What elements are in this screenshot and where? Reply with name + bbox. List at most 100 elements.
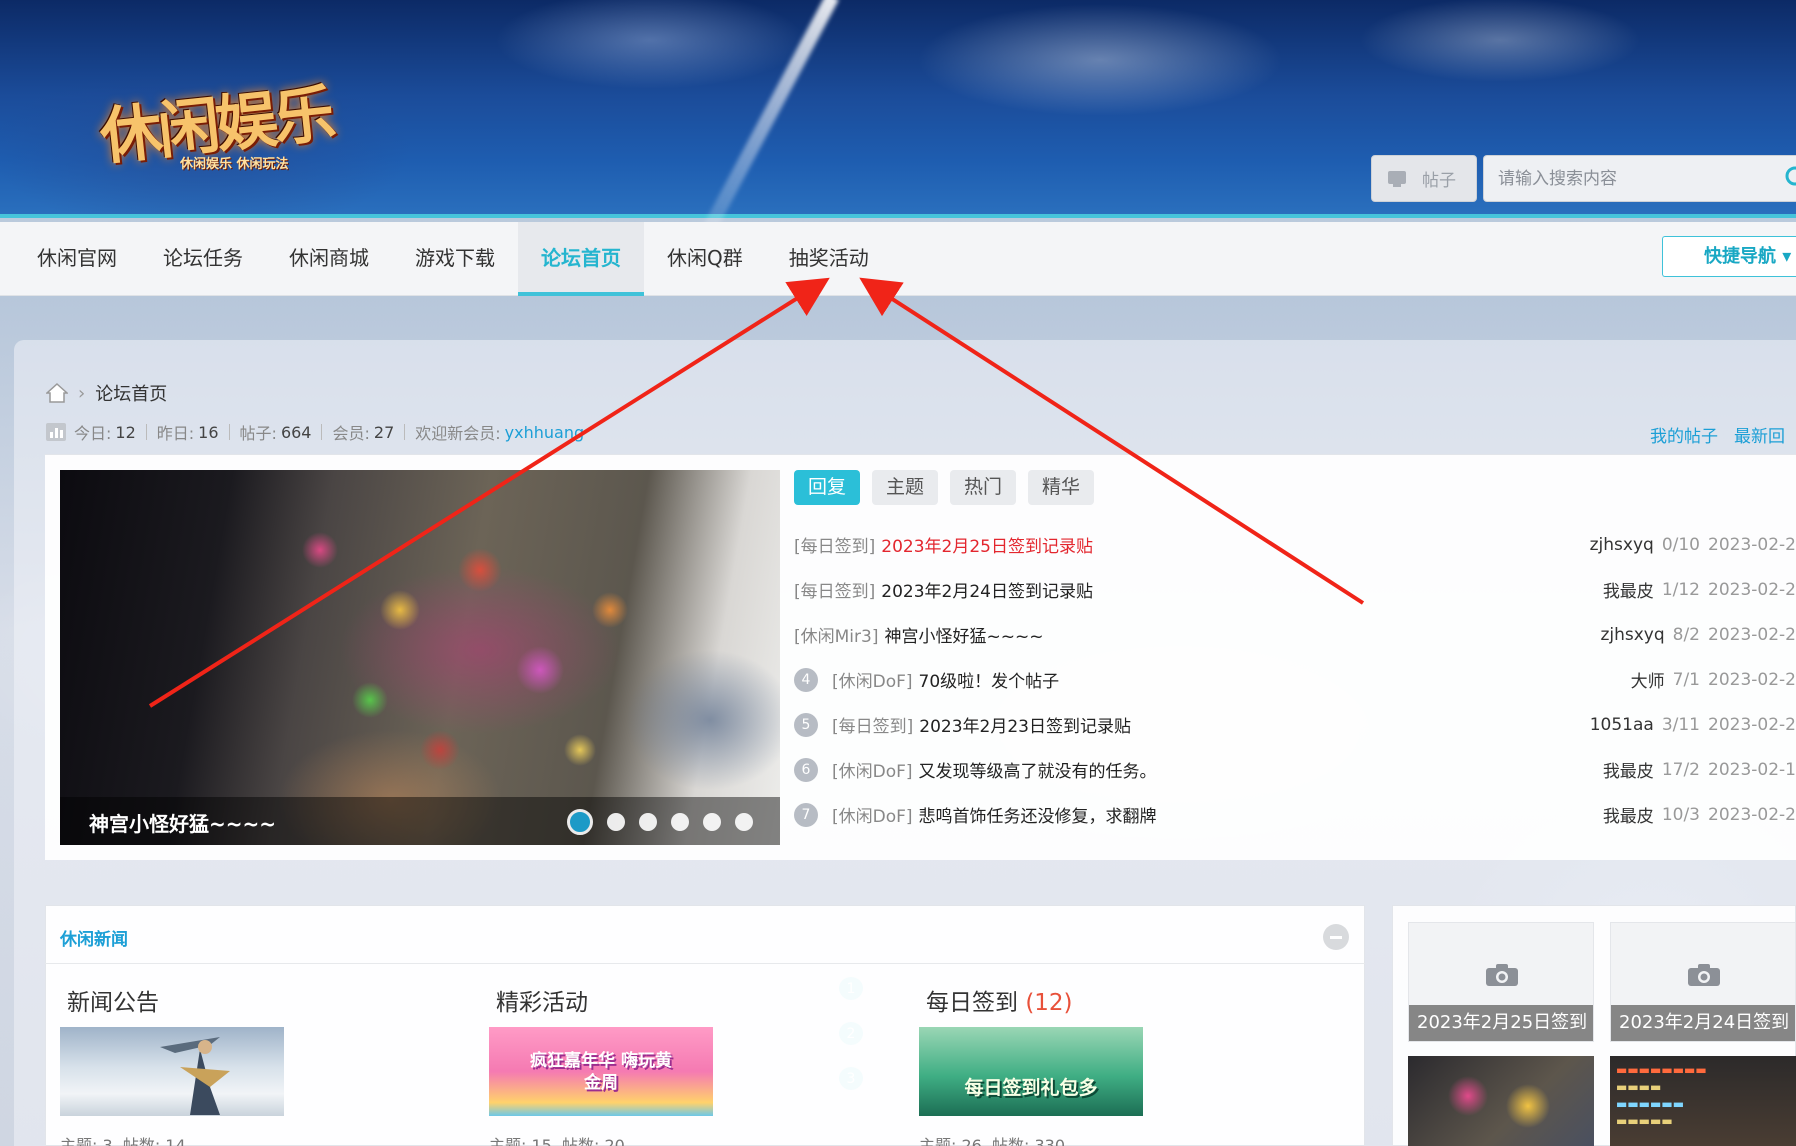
yesterday-label: 昨日:: [156, 424, 195, 443]
members-label: 会员:: [332, 424, 370, 443]
nav-item-shop[interactable]: 休闲商城: [266, 222, 392, 296]
thread-count: 3/11: [1661, 714, 1700, 735]
list-item: 5 [每日签到] 2023年2月23日签到记录贴 1051aa 3/11 2023-…: [794, 702, 1796, 747]
search-icon[interactable]: [1784, 165, 1796, 191]
gallery-card[interactable]: 2023年2月25日签到: [1408, 922, 1594, 1042]
nav-item-forum-home[interactable]: 论坛首页: [518, 222, 644, 296]
thread-date: 2023-02-25: [1708, 534, 1796, 555]
tab-topics[interactable]: 主题: [872, 470, 939, 505]
chevron-down-icon: ▾: [1782, 246, 1792, 267]
thread-count: 1/12: [1661, 579, 1700, 600]
thread-title[interactable]: 悲鸣首饰任务还没修复，求翻牌: [919, 802, 1157, 827]
search-type-select[interactable]: 帖子: [1371, 155, 1477, 202]
thread-list: 1 [每日签到] 2023年2月25日签到记录贴 zjhsxyq0/102023…: [794, 522, 1796, 1090]
slide-dot[interactable]: [703, 813, 721, 831]
category-name[interactable]: 精彩活动: [496, 983, 588, 1017]
thread-forum[interactable]: [休闲DoF]: [832, 757, 913, 782]
collapse-icon[interactable]: [1323, 924, 1349, 950]
camera-icon: [1486, 964, 1518, 986]
list-item: 2 [每日签到] 2023年2月24日签到记录贴 我最皮1/122023-02-…: [794, 567, 1796, 1045]
main-nav: 休闲官网 论坛任务 休闲商城 游戏下载 论坛首页 休闲Q群 抽奖活动: [0, 222, 1796, 296]
thread-title[interactable]: 70级啦！发个帖子: [919, 667, 1060, 692]
nav-item-game-download[interactable]: 游戏下载: [392, 222, 518, 296]
thread-title[interactable]: 又发现等级高了就没有的任务。: [919, 757, 1157, 782]
gallery-card-label: 2023年2月25日签到: [1409, 1005, 1593, 1041]
thread-title[interactable]: 2023年2月24日签到记录贴: [881, 577, 1093, 602]
chevron-right-icon: ›: [78, 382, 86, 404]
new-member-link[interactable]: yxhhuang: [505, 423, 584, 442]
thread-author[interactable]: zjhsxyq: [1544, 535, 1654, 555]
tab-hot[interactable]: 热门: [950, 470, 1017, 505]
thread-date: 2023-02-24: [1708, 579, 1796, 600]
slide-dots: [567, 809, 753, 835]
thread-title[interactable]: 神宫小怪好猛~~~~: [884, 622, 1043, 647]
banner-text: 疯狂嘉年华 嗨玩黄金周: [530, 1050, 672, 1093]
search-input[interactable]: [1483, 155, 1796, 202]
quick-nav-button[interactable]: 快捷导航 ▾: [1662, 236, 1796, 277]
thread-author[interactable]: zjhsxyq: [1555, 625, 1664, 645]
breadcrumb-current[interactable]: 论坛首页: [95, 380, 167, 406]
list-item: 6 [休闲DoF] 又发现等级高了就没有的任务。 我最皮 17/2 2023-02-…: [794, 747, 1796, 792]
category-name[interactable]: 新闻公告: [67, 983, 159, 1017]
slide-dot[interactable]: [607, 813, 625, 831]
thread-tabs: 回复 主题 热门 精华: [794, 470, 1095, 505]
slide-dot[interactable]: [639, 813, 657, 831]
top-links: 我的帖子 最新回: [1650, 422, 1796, 447]
camera-icon: [1688, 964, 1720, 986]
nav-item-official-site[interactable]: 休闲官网: [14, 222, 140, 296]
forum-stats: 今日: 12 昨日: 16 帖子: 664 会员: 27 欢迎新会员: yxhhuang: [46, 420, 584, 444]
banner-text: 每日签到礼包多: [964, 1077, 1098, 1099]
latest-replies-link[interactable]: 最新回: [1734, 427, 1785, 447]
slide-dot[interactable]: [735, 813, 753, 831]
thread-date: 2023-02-22: [1708, 669, 1796, 690]
news-section-title[interactable]: 休闲新闻: [60, 925, 128, 950]
logo-subtitle: 休闲娱乐 休闲玩法: [180, 157, 289, 172]
search-type-label: 帖子: [1422, 171, 1456, 191]
nav-item-qq-group[interactable]: 休闲Q群: [644, 222, 766, 296]
gallery-thumbnail[interactable]: ▬▬▬▬▬▬▬▬ ▬▬▬▬ ▬▬▬▬▬▬ ▬▬▬▬▬: [1610, 1056, 1796, 1146]
gallery-thumbnail[interactable]: [1408, 1056, 1594, 1146]
slide-caption[interactable]: 神宫小怪好猛~~~~: [89, 808, 276, 837]
slideshow-image[interactable]: [60, 470, 780, 845]
category-info: 主题: 15, 帖数: 20: [489, 1136, 625, 1146]
thread-author[interactable]: 我最皮: [1544, 802, 1654, 827]
my-posts-link[interactable]: 我的帖子: [1650, 427, 1718, 447]
nav-item-lottery[interactable]: 抽奖活动: [766, 222, 892, 296]
list-item: 4 [休闲DoF] 70级啦！发个帖子 大师 7/1 2023-02-22: [794, 657, 1796, 702]
yesterday-count: 16: [198, 422, 219, 442]
list-item: 1 [每日签到] 2023年2月25日签到记录贴 zjhsxyq0/102023…: [794, 522, 1796, 1000]
thread-forum[interactable]: [休闲DoF]: [832, 667, 913, 692]
gallery-card[interactable]: 2023年2月24日签到: [1610, 922, 1796, 1042]
rank-badge: 6: [794, 757, 818, 782]
posts-count: 664: [280, 422, 312, 442]
gallery-card-label: 2023年2月24日签到: [1611, 1005, 1795, 1041]
nav-item-forum-tasks[interactable]: 论坛任务: [140, 222, 266, 296]
rank-badge: 5: [794, 712, 818, 737]
home-icon[interactable]: [46, 382, 68, 404]
rank-badge: 4: [794, 667, 818, 692]
category-thumbnail[interactable]: 每日签到礼包多: [919, 1027, 1143, 1116]
thread-forum[interactable]: [每日签到]: [832, 712, 913, 737]
thread-forum[interactable]: [每日签到]: [794, 532, 875, 557]
thread-author[interactable]: 1051aa: [1544, 715, 1654, 735]
post-type-icon: [1388, 170, 1406, 187]
category-name[interactable]: 每日签到 (12): [926, 983, 1073, 1017]
thread-author[interactable]: 我最皮: [1544, 757, 1654, 782]
category-thumbnail[interactable]: 疯狂嘉年华 嗨玩黄金周: [489, 1027, 713, 1116]
thread-date: 2023-02-20: [1708, 804, 1796, 825]
category-thumbnail[interactable]: [60, 1027, 284, 1116]
category-label: 精彩活动: [496, 990, 588, 1016]
thread-forum[interactable]: [休闲DoF]: [832, 802, 913, 827]
tab-replies[interactable]: 回复: [794, 470, 861, 505]
thread-author[interactable]: 大师: [1555, 667, 1665, 692]
slide-dot[interactable]: [567, 809, 593, 835]
thread-forum[interactable]: [休闲Mir3]: [794, 622, 878, 647]
thread-author[interactable]: 我最皮: [1544, 577, 1654, 602]
thread-count: 8/2: [1672, 624, 1700, 645]
thread-title[interactable]: 2023年2月25日签到记录贴: [881, 532, 1093, 557]
tab-featured[interactable]: 精华: [1028, 470, 1095, 505]
thread-title[interactable]: 2023年2月23日签到记录贴: [919, 712, 1131, 737]
thread-count: 10/3: [1661, 804, 1700, 825]
slide-dot[interactable]: [671, 813, 689, 831]
thread-forum[interactable]: [每日签到]: [794, 577, 875, 602]
